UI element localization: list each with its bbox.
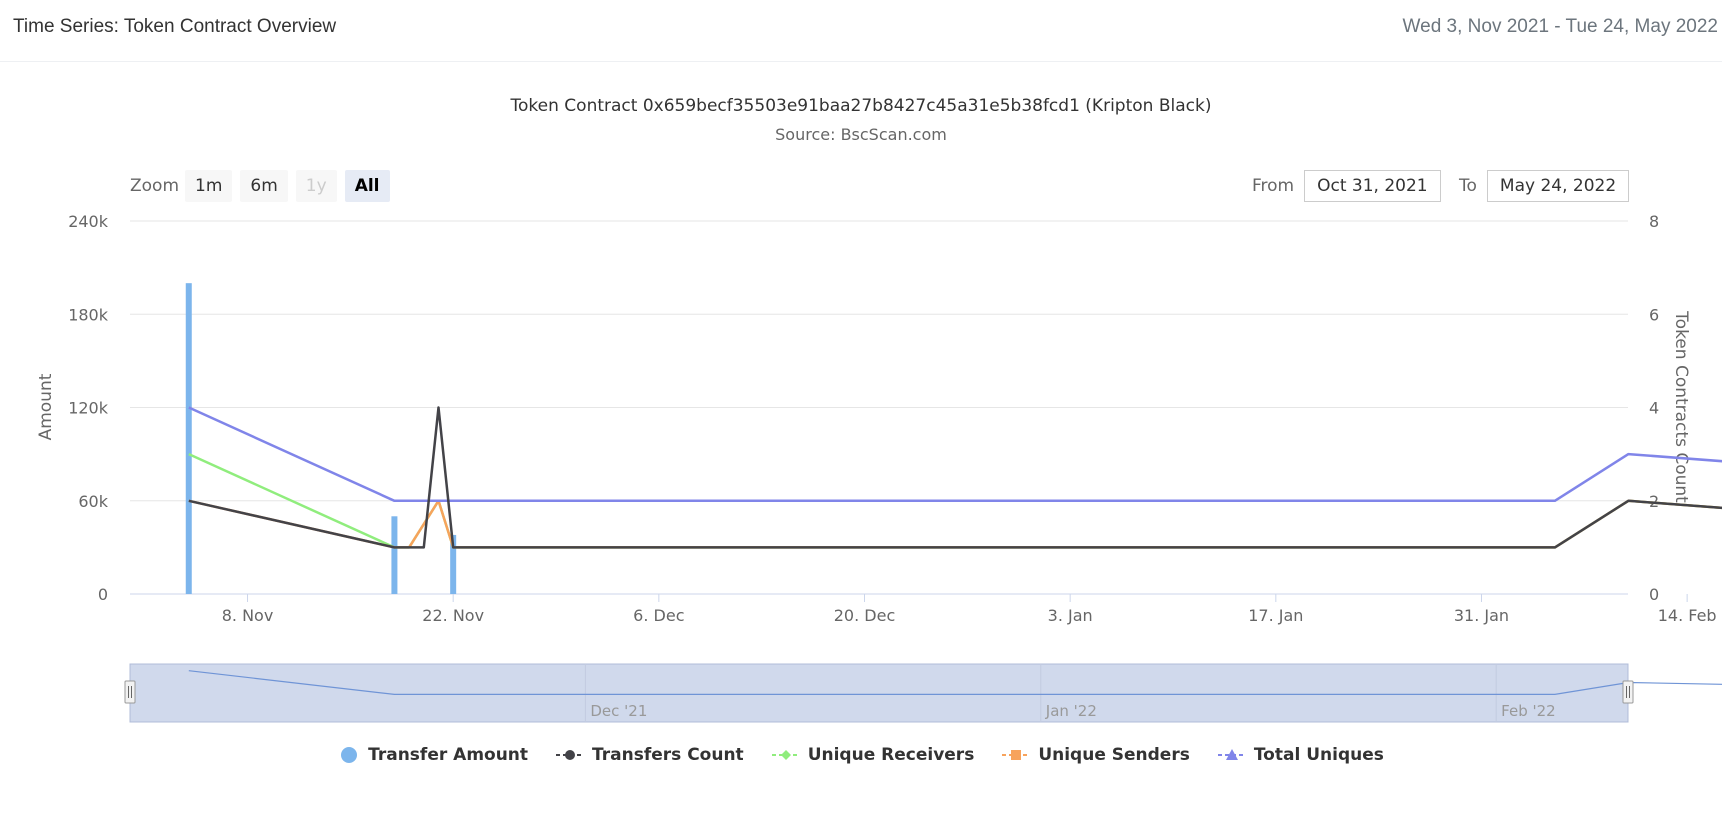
navigator-right-handle[interactable] xyxy=(1622,680,1634,704)
y-left-tick-label: 240k xyxy=(68,212,109,231)
line-square-marker-icon xyxy=(1002,750,1031,760)
x-tick-label: 31. Jan xyxy=(1454,606,1509,625)
line-total-uniques xyxy=(188,406,1722,503)
chart-legend: Transfer Amount Transfers Count Unique R… xyxy=(0,744,1722,766)
legend-label: Unique Receivers xyxy=(807,745,975,765)
x-tick-label: 14. Feb xyxy=(1658,606,1717,625)
y-right-tick-label: 6 xyxy=(1649,305,1659,324)
y-left-tick-label: 180k xyxy=(68,305,109,324)
chart-svg: 0 060k 2120k 4180k 6240k 8Amount Token Contrac… xyxy=(36,212,1722,723)
x-tick-label: 8. Nov xyxy=(222,606,274,625)
navigator-background xyxy=(129,663,1629,723)
circle-marker-icon xyxy=(341,747,358,763)
legend-label: Unique Senders xyxy=(1038,745,1190,765)
y-right-tick-label: 0 xyxy=(1649,585,1659,604)
legend-item-transfer-amount[interactable]: Transfer Amount xyxy=(338,744,528,766)
x-tick-label: 6. Dec xyxy=(633,606,684,625)
legend-item-unique-receivers[interactable]: Unique Receivers xyxy=(771,744,975,766)
navigator-label: Dec '21 xyxy=(590,702,647,720)
legend-label: Total Uniques xyxy=(1253,745,1384,765)
line-triangle-marker-icon xyxy=(1217,749,1246,760)
line-circle-marker-icon xyxy=(556,750,585,760)
legend-item-total-uniques[interactable]: Total Uniques xyxy=(1217,744,1384,766)
y-left-axis-title: Amount xyxy=(36,373,56,440)
legend-label: Transfers Count xyxy=(592,745,744,765)
line-unique-senders xyxy=(188,499,1722,549)
x-tick-label: 20. Dec xyxy=(834,606,896,625)
x-tick-label: 3. Jan xyxy=(1048,606,1093,625)
x-tick-label: 22. Nov xyxy=(422,606,484,625)
line-diamond-marker-icon xyxy=(771,750,800,760)
navigator-label: Jan '22 xyxy=(1045,702,1097,720)
legend-label: Transfer Amount xyxy=(368,745,529,765)
line-transfers-count xyxy=(188,406,1722,549)
x-tick-label: 17. Jan xyxy=(1248,606,1303,625)
bar-transfer-amount xyxy=(185,283,192,594)
y-right-tick-label: 8 xyxy=(1649,212,1659,231)
y-left-tick-label: 120k xyxy=(68,399,109,418)
y-right-axis-title: Token Contracts Count xyxy=(1671,310,1691,503)
legend-item-unique-senders[interactable]: Unique Senders xyxy=(1002,744,1190,766)
navigator-label: Feb '22 xyxy=(1501,702,1556,720)
legend-item-transfers-count[interactable]: Transfers Count xyxy=(556,744,744,766)
y-right-tick-label: 4 xyxy=(1649,399,1659,418)
y-left-tick-label: 60k xyxy=(78,492,108,511)
bar-transfer-amount xyxy=(391,516,398,594)
y-left-tick-label: 0 xyxy=(98,585,108,604)
navigator-left-handle[interactable] xyxy=(124,680,136,704)
